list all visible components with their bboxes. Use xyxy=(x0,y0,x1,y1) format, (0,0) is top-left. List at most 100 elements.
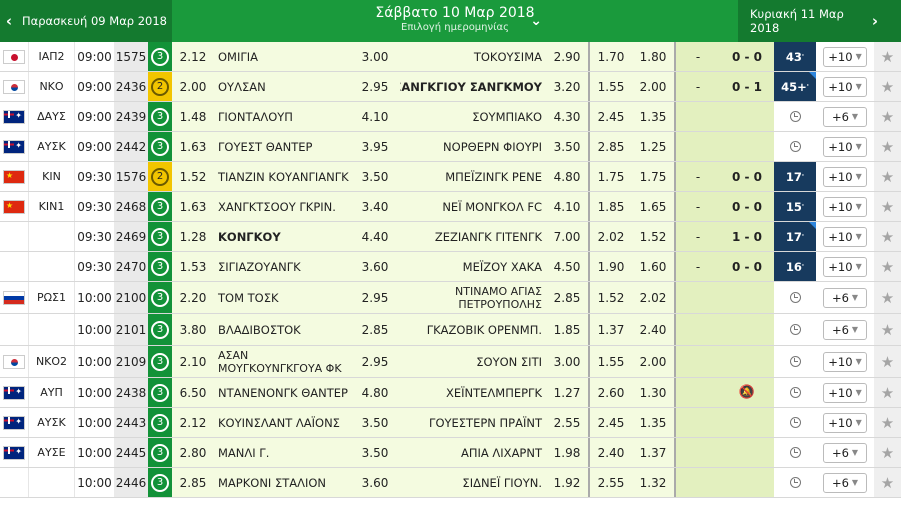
odd-draw[interactable]: 2.95 xyxy=(350,346,400,377)
odd-under[interactable]: 2.85 xyxy=(588,132,632,161)
odd-home[interactable]: 1.63 xyxy=(172,132,214,161)
odd-under[interactable]: 1.85 xyxy=(588,192,632,221)
odd-draw[interactable]: 3.60 xyxy=(350,252,400,281)
odd-away[interactable]: 2.90 xyxy=(546,42,588,71)
more-markets-button[interactable]: +10 ▼ xyxy=(823,136,867,157)
star-icon[interactable]: ★ xyxy=(881,321,894,339)
odd-away[interactable]: 1.92 xyxy=(546,468,588,497)
odd-away[interactable]: 2.55 xyxy=(546,408,588,437)
match-minute[interactable] xyxy=(774,378,816,407)
odd-under[interactable]: 1.70 xyxy=(588,42,632,71)
favorite[interactable]: ★ xyxy=(874,346,901,377)
bell-off-icon[interactable]: 🔕 xyxy=(739,385,755,400)
more-markets[interactable]: +10 ▼ xyxy=(816,346,874,377)
odd-under[interactable]: 2.45 xyxy=(588,408,632,437)
match-minute[interactable]: 16 ' xyxy=(774,252,816,281)
match-minute[interactable] xyxy=(774,282,816,313)
more-markets[interactable]: +6 ▼ xyxy=(816,102,874,131)
odd-over[interactable]: 1.32 xyxy=(632,468,676,497)
match-minute[interactable] xyxy=(774,132,816,161)
more-markets[interactable]: +10 ▼ xyxy=(816,408,874,437)
odd-draw[interactable]: 4.10 xyxy=(350,102,400,131)
match-minute[interactable]: 43 ' xyxy=(774,42,816,71)
more-markets[interactable]: +10 ▼ xyxy=(816,222,874,251)
odd-home[interactable]: 1.53 xyxy=(172,252,214,281)
star-icon[interactable]: ★ xyxy=(881,48,894,66)
odd-home[interactable]: 1.48 xyxy=(172,102,214,131)
favorite[interactable]: ★ xyxy=(874,468,901,497)
odd-away[interactable]: 3.50 xyxy=(546,132,588,161)
odd-away[interactable]: 1.98 xyxy=(546,438,588,467)
odd-draw[interactable]: 3.40 xyxy=(350,192,400,221)
odd-home[interactable]: 1.28 xyxy=(172,222,214,251)
star-icon[interactable]: ★ xyxy=(881,168,894,186)
match-minute[interactable]: 15 ' xyxy=(774,192,816,221)
odd-over[interactable]: 1.25 xyxy=(632,132,676,161)
odd-under[interactable]: 2.45 xyxy=(588,102,632,131)
odd-home[interactable]: 2.10 xyxy=(172,346,214,377)
more-markets[interactable]: +10 ▼ xyxy=(816,162,874,191)
star-icon[interactable]: ★ xyxy=(881,444,894,462)
more-markets[interactable]: +6 ▼ xyxy=(816,468,874,497)
more-markets-button[interactable]: +10 ▼ xyxy=(823,226,867,247)
more-markets[interactable]: +10 ▼ xyxy=(816,252,874,281)
odd-over[interactable]: 1.30 xyxy=(632,378,676,407)
odd-draw[interactable]: 3.50 xyxy=(350,408,400,437)
star-icon[interactable]: ★ xyxy=(881,78,894,96)
odd-under[interactable]: 1.90 xyxy=(588,252,632,281)
odd-over[interactable]: 1.52 xyxy=(632,222,676,251)
odd-draw[interactable]: 2.95 xyxy=(350,282,400,313)
more-markets[interactable]: +10 ▼ xyxy=(816,72,874,101)
chevron-down-icon[interactable]: ⌄ xyxy=(530,13,542,29)
odd-draw[interactable]: 3.00 xyxy=(350,42,400,71)
odd-home[interactable]: 2.12 xyxy=(172,408,214,437)
favorite[interactable]: ★ xyxy=(874,408,901,437)
odd-home[interactable]: 2.20 xyxy=(172,282,214,313)
odd-under[interactable]: 2.40 xyxy=(588,438,632,467)
more-markets-button[interactable]: +10 ▼ xyxy=(823,76,867,97)
more-markets[interactable]: +10 ▼ xyxy=(816,132,874,161)
more-markets-button[interactable]: +6 ▼ xyxy=(823,106,867,127)
odd-draw[interactable]: 3.50 xyxy=(350,438,400,467)
more-markets-button[interactable]: +10 ▼ xyxy=(823,166,867,187)
more-markets-button[interactable]: +10 ▼ xyxy=(823,412,867,433)
star-icon[interactable]: ★ xyxy=(881,228,894,246)
more-markets[interactable]: +6 ▼ xyxy=(816,438,874,467)
favorite[interactable]: ★ xyxy=(874,282,901,313)
odd-over[interactable]: 2.02 xyxy=(632,282,676,313)
favorite[interactable]: ★ xyxy=(874,42,901,71)
odd-over[interactable]: 2.00 xyxy=(632,72,676,101)
date-selector[interactable]: Σάββατο 10 Μαρ 2018 Επιλογή ημερομηνίας … xyxy=(172,0,738,42)
favorite[interactable]: ★ xyxy=(874,162,901,191)
odd-home[interactable]: 1.63 xyxy=(172,192,214,221)
star-icon[interactable]: ★ xyxy=(881,289,894,307)
favorite[interactable]: ★ xyxy=(874,252,901,281)
odd-over[interactable]: 1.60 xyxy=(632,252,676,281)
odd-away[interactable]: 4.50 xyxy=(546,252,588,281)
more-markets-button[interactable]: +10 ▼ xyxy=(823,351,867,372)
more-markets-button[interactable]: +10 ▼ xyxy=(823,256,867,277)
more-markets-button[interactable]: +6 ▼ xyxy=(823,319,867,340)
match-minute[interactable]: 17 ' xyxy=(774,222,816,251)
match-minute[interactable] xyxy=(774,438,816,467)
favorite[interactable]: ★ xyxy=(874,222,901,251)
prev-day-button[interactable]: ‹ Παρασκευή 09 Μαρ 2018 xyxy=(0,0,172,42)
odd-draw[interactable]: 3.60 xyxy=(350,468,400,497)
favorite[interactable]: ★ xyxy=(874,314,901,345)
star-icon[interactable]: ★ xyxy=(881,353,894,371)
more-markets-button[interactable]: +10 ▼ xyxy=(823,196,867,217)
next-day-button[interactable]: Κυριακή 11 Μαρ 2018 › xyxy=(738,0,901,42)
odd-away[interactable]: 3.20 xyxy=(546,72,588,101)
odd-away[interactable]: 1.85 xyxy=(546,314,588,345)
notification-toggle[interactable]: 🔕 xyxy=(720,378,774,407)
odd-away[interactable]: 3.00 xyxy=(546,346,588,377)
odd-draw[interactable]: 4.40 xyxy=(350,222,400,251)
odd-over[interactable]: 1.65 xyxy=(632,192,676,221)
odd-away[interactable]: 1.27 xyxy=(546,378,588,407)
odd-under[interactable]: 1.52 xyxy=(588,282,632,313)
odd-under[interactable]: 1.75 xyxy=(588,162,632,191)
odd-under[interactable]: 1.55 xyxy=(588,72,632,101)
star-icon[interactable]: ★ xyxy=(881,108,894,126)
odd-away[interactable]: 4.80 xyxy=(546,162,588,191)
star-icon[interactable]: ★ xyxy=(881,138,894,156)
